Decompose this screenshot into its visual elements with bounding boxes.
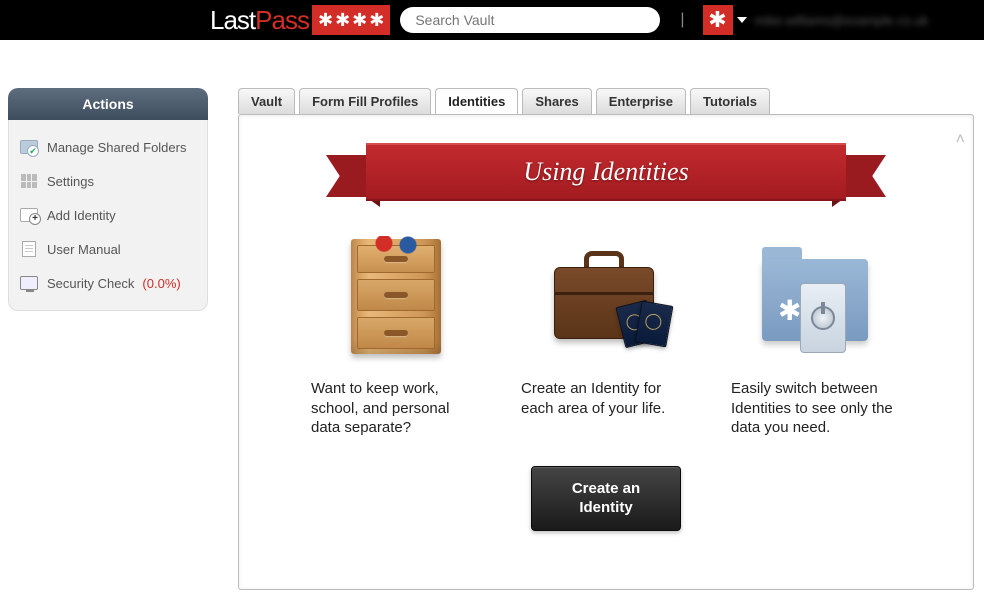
create-identity-button[interactable]: Create an Identity: [531, 466, 681, 531]
content-area: Vault Form Fill Profiles Identities Shar…: [238, 88, 984, 590]
features-row: Want to keep work, school, and personal …: [269, 231, 943, 438]
tab-form-fill-profiles[interactable]: Form Fill Profiles: [299, 88, 431, 114]
ribbon-title: Using Identities: [523, 157, 688, 187]
sidebar-item-add-identity[interactable]: Add Identity: [9, 198, 207, 232]
logo[interactable]: LastPass ✱✱✱✱: [210, 5, 390, 36]
tab-strip: Vault Form Fill Profiles Identities Shar…: [238, 88, 974, 114]
tab-identities[interactable]: Identities: [435, 88, 518, 114]
header-separator: |: [680, 11, 684, 29]
logo-pass: Pass: [255, 5, 309, 35]
add-identity-icon: [19, 206, 39, 224]
logo-last: Last: [210, 5, 255, 35]
sidebar-title: Actions: [8, 88, 208, 120]
tab-enterprise[interactable]: Enterprise: [596, 88, 686, 114]
sidebar-item-security-check[interactable]: Security Check (0.0%): [9, 266, 207, 300]
asterisk-icon: ✱: [703, 5, 733, 35]
user-menu[interactable]: ✱ mike.williams@example.co.uk: [703, 5, 929, 35]
sidebar-item-user-manual[interactable]: User Manual: [9, 232, 207, 266]
main-panel: ˄ Using Identities: [238, 114, 974, 590]
feature-separate: Want to keep work, school, and personal …: [311, 231, 481, 438]
security-check-percent: (0.0%): [142, 276, 180, 291]
settings-grid-icon: [19, 172, 39, 190]
document-icon: [19, 240, 39, 258]
secure-folder-icon: ✱: [756, 231, 876, 361]
top-header: LastPass ✱✱✱✱ | ✱ mike.williams@example.…: [0, 0, 984, 40]
tab-tutorials[interactable]: Tutorials: [690, 88, 770, 114]
feature-switch: ✱ Easily switch between Identities to se…: [731, 231, 901, 438]
sidebar-item-label: Security Check: [47, 276, 134, 291]
tab-shares[interactable]: Shares: [522, 88, 591, 114]
user-email: mike.williams@example.co.uk: [755, 13, 929, 28]
sidebar-item-label: Manage Shared Folders: [47, 140, 186, 155]
sidebar-item-manage-shared-folders[interactable]: Manage Shared Folders: [9, 130, 207, 164]
banner-ribbon: Using Identities: [336, 143, 876, 201]
tab-vault[interactable]: Vault: [238, 88, 295, 114]
search-input[interactable]: [400, 7, 660, 33]
sidebar-item-settings[interactable]: Settings: [9, 164, 207, 198]
feature-text: Create an Identity for each area of your…: [521, 379, 691, 418]
cta-line2: Identity: [579, 499, 632, 516]
sidebar-item-label: User Manual: [47, 242, 121, 257]
cta-line1: Create an: [572, 480, 640, 497]
feature-create: Create an Identity for each area of your…: [521, 231, 691, 438]
monitor-icon: [19, 274, 39, 292]
scroll-up-icon[interactable]: ˄: [956, 131, 965, 149]
sidebar-item-label: Settings: [47, 174, 94, 189]
feature-text: Easily switch between Identities to see …: [731, 379, 901, 438]
feature-text: Want to keep work, school, and personal …: [311, 379, 481, 438]
folder-shared-icon: [19, 138, 39, 156]
logo-asterisks-icon: ✱✱✱✱: [312, 5, 390, 35]
sidebar-item-label: Add Identity: [47, 208, 116, 223]
sidebar: Actions Manage Shared Folders Settings A…: [8, 88, 208, 590]
briefcase-icon: [546, 231, 666, 361]
filing-cabinet-icon: [336, 231, 456, 361]
